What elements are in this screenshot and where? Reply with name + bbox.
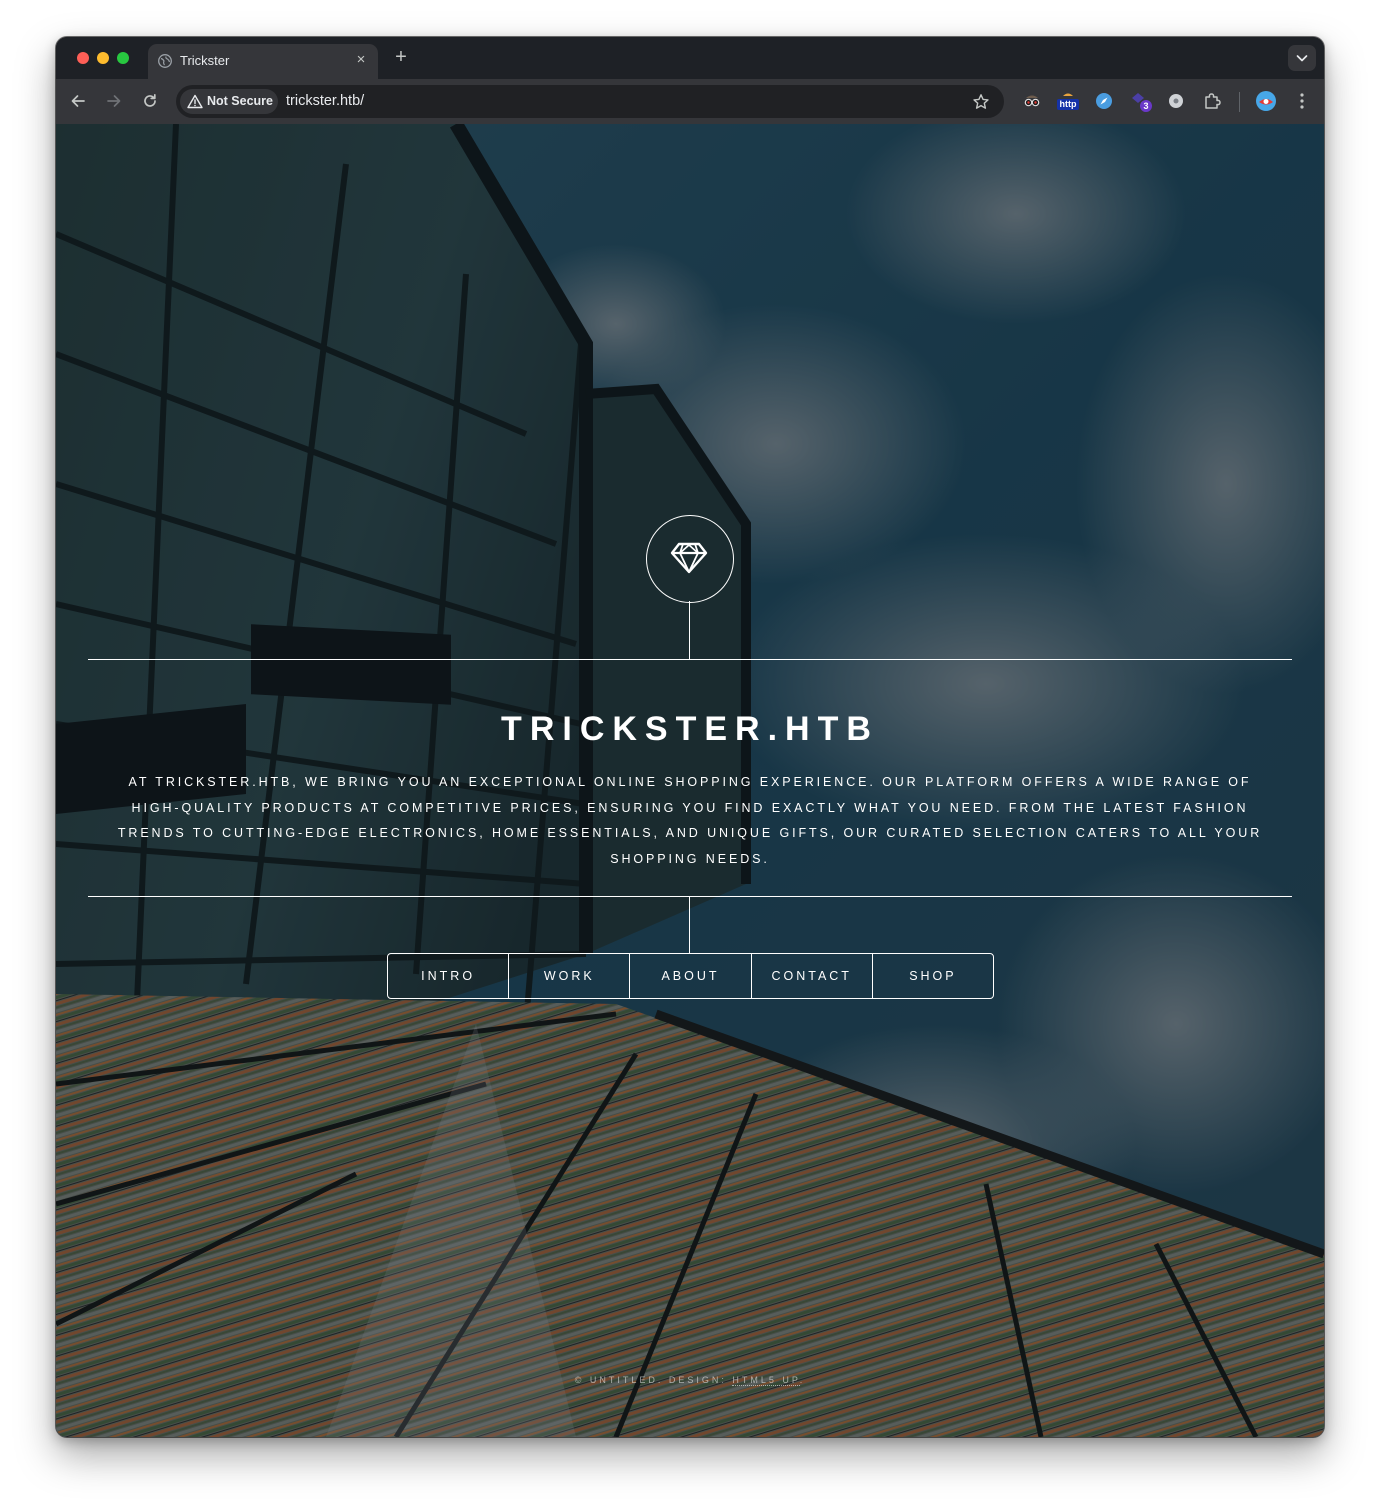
profile-avatar-icon[interactable] — [1255, 90, 1277, 112]
url-text[interactable]: trickster.htb/ — [286, 93, 364, 110]
maximize-window-button[interactable] — [117, 52, 129, 64]
main-nav: INTRO WORK ABOUT CONTACT SHOP — [387, 953, 994, 999]
footer-html5up-link[interactable]: HTML5 UP — [732, 1375, 800, 1386]
nav-intro-link[interactable]: INTRO — [388, 954, 508, 998]
footer-suffix: . — [799, 1375, 806, 1385]
security-chip-label: Not Secure — [207, 94, 273, 108]
back-arrow-icon[interactable] — [67, 90, 89, 112]
extension-badge-count: 3 — [1143, 101, 1149, 111]
address-bar[interactable]: Not Secure trickster.htb/ — [176, 85, 1004, 118]
page-viewport: TRICKSTER.HTB AT TRICKSTER.HTB, WE BRING… — [56, 124, 1324, 1437]
security-chip[interactable]: Not Secure — [180, 89, 278, 114]
browser-toolbar: Not Secure trickster.htb/ http 3 — [56, 79, 1324, 124]
footer-credits: © UNTITLED. DESIGN: HTML5 UP. — [56, 1373, 1324, 1387]
globe-icon — [158, 54, 172, 68]
http-badge: http — [1059, 99, 1077, 109]
bookmark-star-icon[interactable] — [972, 93, 990, 111]
browser-window: Trickster × + Not Secure trickster.htb/ … — [56, 37, 1324, 1437]
tab-title: Trickster — [180, 53, 230, 68]
toolbar-divider — [1239, 92, 1240, 112]
tab-close-button[interactable]: × — [352, 51, 370, 69]
forward-arrow-icon[interactable] — [103, 90, 125, 112]
connector-line-top — [689, 601, 690, 659]
minimize-window-button[interactable] — [97, 52, 109, 64]
header-top-rule — [88, 659, 1292, 660]
site-description: AT TRICKSTER.HTB, WE BRING YOU AN EXCEPT… — [117, 775, 1263, 866]
chevron-down-icon — [1296, 55, 1308, 62]
close-window-button[interactable] — [77, 52, 89, 64]
spy-glasses-extension-icon[interactable] — [1021, 90, 1043, 112]
page-title: TRICKSTER.HTB — [501, 710, 879, 748]
warning-triangle-icon — [187, 94, 203, 109]
connector-line-bottom — [689, 896, 690, 953]
nav-shop-link[interactable]: SHOP — [871, 954, 993, 998]
gear-extension-icon[interactable] — [1165, 90, 1187, 112]
nav-about-link[interactable]: ABOUT — [629, 954, 750, 998]
logo-circle — [646, 515, 734, 603]
nav-contact-link[interactable]: CONTACT — [750, 954, 872, 998]
more-menu-icon[interactable] — [1291, 90, 1313, 112]
header-bottom-rule — [88, 896, 1292, 897]
browser-tab[interactable]: Trickster × — [148, 44, 378, 79]
extensions-puzzle-icon[interactable] — [1201, 90, 1223, 112]
tab-search-button[interactable] — [1288, 45, 1316, 71]
reload-icon[interactable] — [139, 90, 161, 112]
tab-strip: Trickster × + — [56, 37, 1324, 79]
diamond-icon — [670, 542, 708, 574]
nav-work-link[interactable]: WORK — [508, 954, 629, 998]
new-tab-button[interactable]: + — [390, 46, 412, 68]
compass-extension-icon[interactable] — [1093, 90, 1115, 112]
footer-prefix: © UNTITLED. DESIGN: — [574, 1375, 733, 1385]
http-extension-icon[interactable]: http — [1055, 90, 1081, 112]
puzzle-badge-extension-icon[interactable]: 3 — [1129, 90, 1155, 112]
